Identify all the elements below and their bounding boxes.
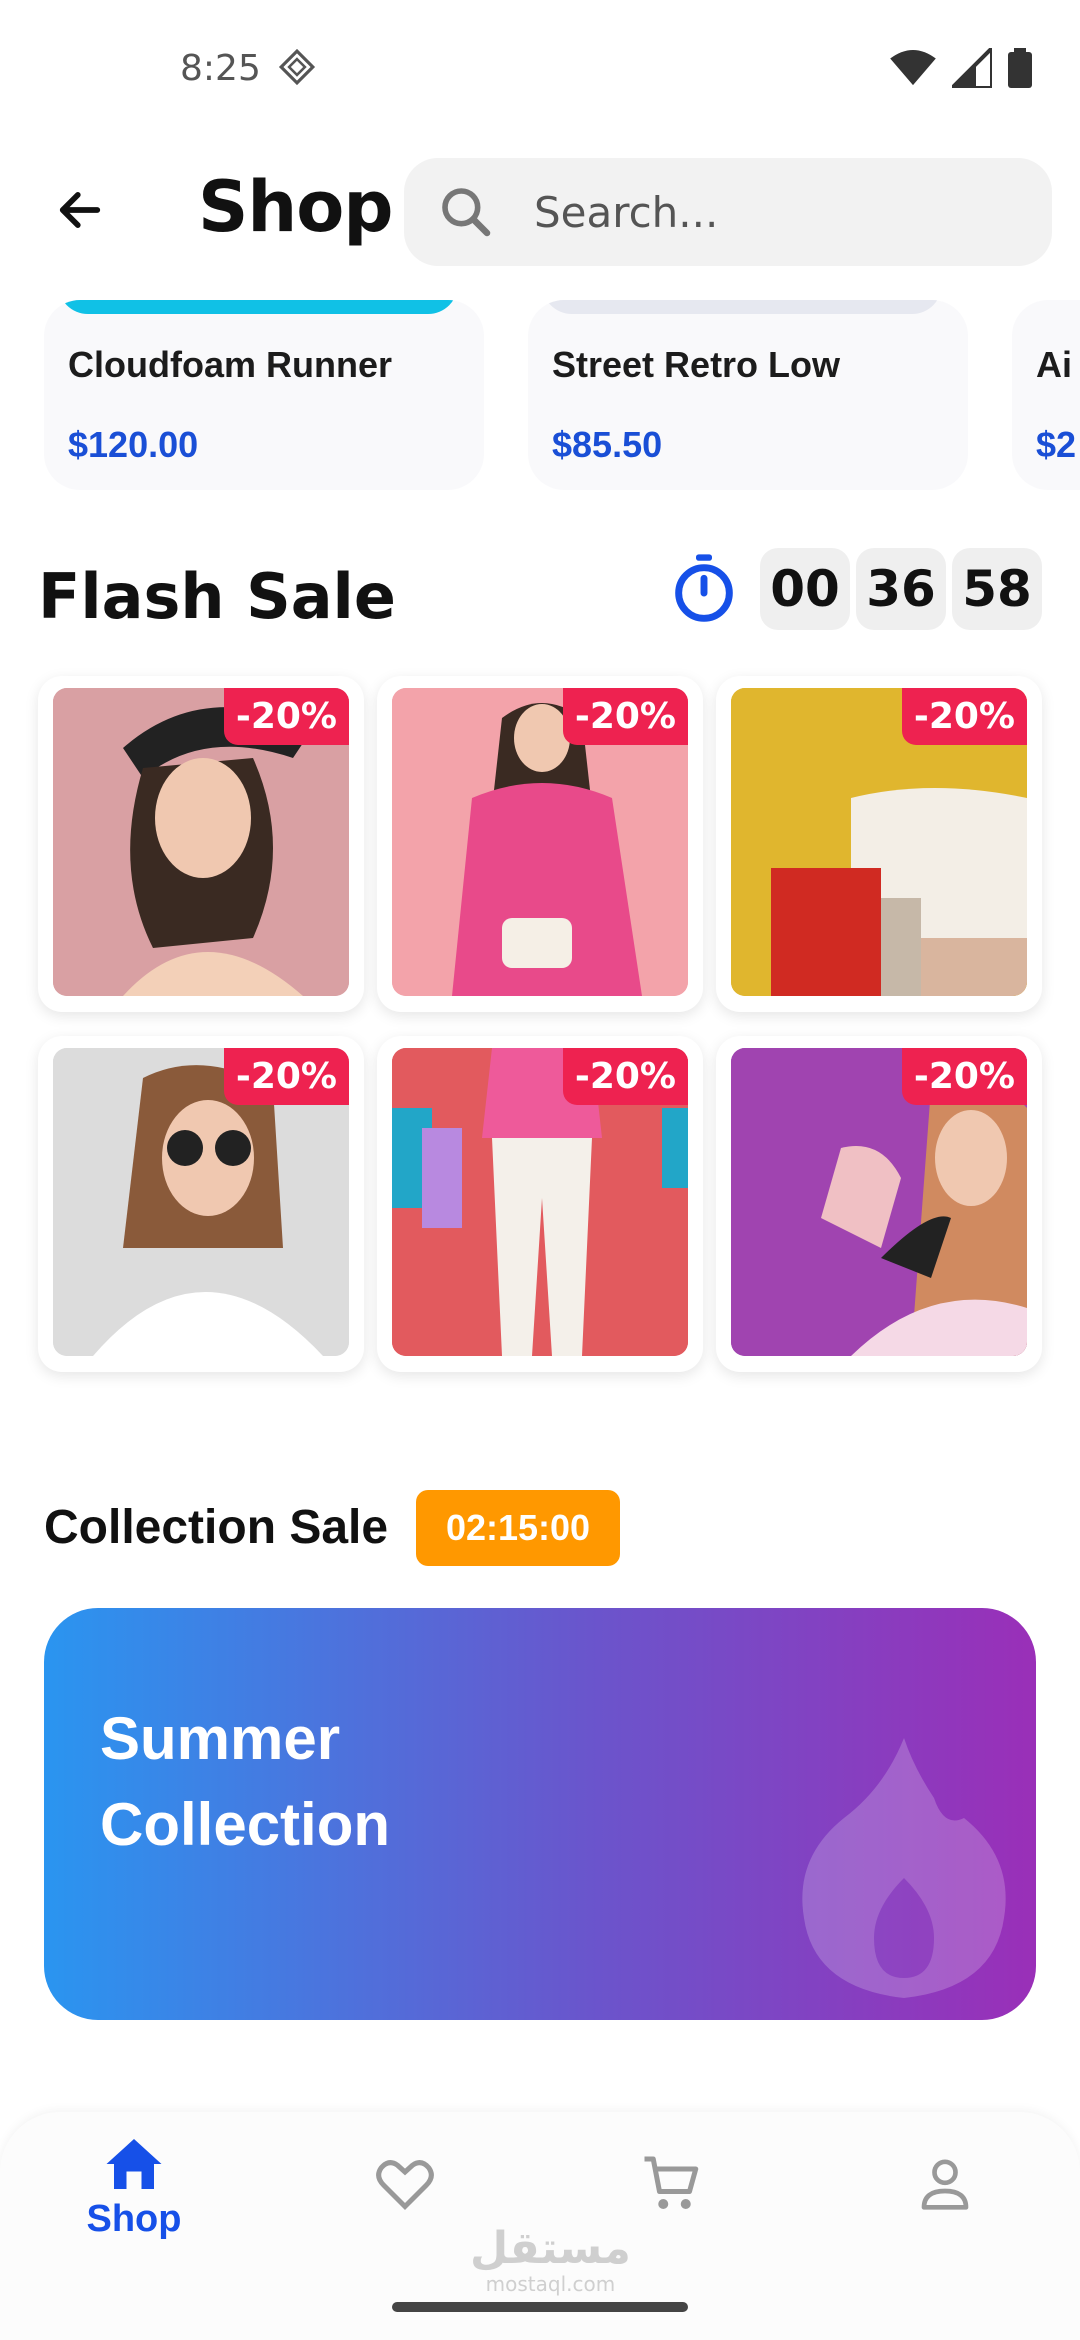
search-icon [442, 188, 491, 237]
product-price: $2 [1036, 424, 1077, 465]
heart-icon [376, 2160, 434, 2211]
wifi-icon [890, 49, 936, 86]
back-button[interactable] [40, 170, 120, 250]
home-icon [106, 2139, 162, 2189]
timer-seconds: 58 [952, 548, 1042, 630]
nav-shop-label: Shop [86, 2198, 182, 2240]
discount-badge: -20% [562, 688, 688, 745]
collection-timer: 02:15:00 [416, 1490, 620, 1566]
product-price: $85.50 [552, 424, 663, 465]
battery-icon [1008, 48, 1032, 88]
cart-icon [644, 2156, 699, 2209]
search-input[interactable] [532, 186, 1016, 238]
product-name: Cloudfoam Runner [68, 344, 392, 385]
flash-item-3[interactable]: -20% [716, 676, 1042, 1012]
search-bar[interactable] [404, 158, 1052, 266]
nav-favorites[interactable] [335, 2156, 475, 2212]
status-time-text: 8:25 [180, 48, 261, 89]
arrow-left-icon [59, 192, 101, 228]
product-price: $120.00 [68, 424, 199, 465]
summer-collection-banner[interactable]: Summer Collection [44, 1608, 1036, 2020]
product-card-1[interactable]: Cloudfoam Runner $120.00 [44, 300, 484, 490]
watermark: مستقل mostaql.com [470, 2223, 631, 2297]
discount-badge: -20% [562, 1048, 688, 1105]
home-indicator[interactable] [392, 2302, 688, 2312]
collection-sale-title: Collection Sale [44, 1501, 389, 1554]
product-name: Ai [1036, 344, 1072, 385]
page-title: Shop [198, 166, 393, 248]
person-icon [921, 2159, 969, 2210]
flash-item-4[interactable]: -20% [38, 1036, 364, 1372]
watermark-latin: mostaql.com [485, 2272, 616, 2296]
flash-item-5[interactable]: -20% [377, 1036, 703, 1372]
timer-minutes: 36 [856, 548, 946, 630]
product-card-3[interactable]: Ai $2 [1012, 300, 1080, 490]
stopwatch-icon [672, 554, 736, 629]
product-image-edge [58, 300, 458, 314]
watermark-arabic: مستقل [470, 2223, 631, 2274]
banner-title: Summer Collection [100, 1705, 391, 1858]
product-card-2[interactable]: Street Retro Low $85.50 [528, 300, 968, 490]
flash-sale-title: Flash Sale [38, 560, 396, 633]
timer-hours: 00 [760, 548, 850, 630]
product-image-edge [542, 300, 942, 314]
signal-icon [952, 48, 992, 88]
discount-badge: -20% [223, 688, 349, 745]
flash-item-1[interactable]: -20% [38, 676, 364, 1012]
nav-cart[interactable] [602, 2154, 742, 2214]
discount-badge: -20% [901, 1048, 1027, 1105]
tracker-icon [279, 48, 316, 86]
flash-item-2[interactable]: -20% [377, 676, 703, 1012]
product-name: Street Retro Low [552, 344, 841, 385]
flash-item-6[interactable]: -20% [716, 1036, 1042, 1372]
nav-shop[interactable]: Shop [64, 2136, 204, 2241]
fire-icon [802, 1738, 1006, 1998]
status-icons [890, 48, 1032, 88]
nav-profile[interactable] [875, 2154, 1015, 2214]
discount-badge: -20% [223, 1048, 349, 1105]
status-time: 8:25 [180, 48, 316, 89]
discount-badge: -20% [901, 688, 1027, 745]
